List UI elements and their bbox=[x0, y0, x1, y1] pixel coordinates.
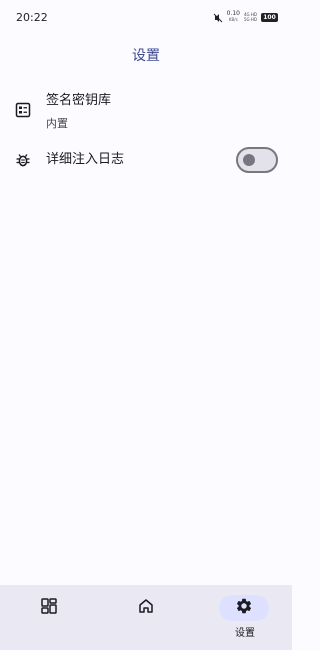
nav-label: 设置 bbox=[235, 628, 255, 639]
toggle-knob bbox=[243, 154, 255, 166]
settings-screen: 20:22 0.10 KB/s 4G HD 5G HD 100 设置 签名密钥库… bbox=[0, 0, 292, 650]
grid-icon bbox=[40, 597, 58, 619]
mute-icon bbox=[213, 8, 223, 27]
nav-item-settings[interactable]: 设置 bbox=[195, 585, 292, 650]
setting-verbose-injection-log-text: 详细注入日志 bbox=[46, 151, 124, 169]
nav-item-modules[interactable] bbox=[0, 585, 97, 650]
status-bar: 20:22 0.10 KB/s 4G HD 5G HD 100 bbox=[0, 0, 292, 34]
bug-icon bbox=[14, 151, 32, 169]
nav-item-home[interactable] bbox=[97, 585, 194, 650]
bottom-navigation: 设置 bbox=[0, 585, 292, 650]
keystore-icon bbox=[14, 101, 32, 119]
setting-signing-keystore[interactable]: 签名密钥库 内置 bbox=[0, 88, 292, 136]
page-title: 设置 bbox=[132, 48, 160, 64]
nav-indicator bbox=[121, 595, 171, 621]
setting-title: 签名密钥库 bbox=[46, 93, 112, 108]
setting-verbose-injection-log[interactable]: 详细注入日志 bbox=[0, 142, 292, 178]
status-indicators: 0.10 KB/s 4G HD 5G HD 100 bbox=[213, 8, 278, 27]
nav-indicator bbox=[24, 595, 74, 621]
network-type-bottom: 5G HD bbox=[243, 17, 257, 22]
setting-title: 详细注入日志 bbox=[46, 152, 125, 167]
status-time: 20:22 bbox=[16, 10, 48, 24]
nav-indicator-selected bbox=[219, 595, 269, 621]
setting-signing-keystore-text: 签名密钥库 内置 bbox=[46, 92, 111, 132]
network-speed: 0.10 KB/s bbox=[227, 11, 240, 23]
verbose-log-toggle[interactable] bbox=[236, 147, 278, 173]
network-speed-unit: KB/s bbox=[228, 17, 238, 22]
setting-subtitle: 内置 bbox=[46, 117, 68, 130]
network-type: 4G HD 5G HD bbox=[244, 12, 257, 22]
battery-indicator: 100 bbox=[261, 12, 278, 22]
home-icon bbox=[137, 597, 155, 619]
gear-icon bbox=[235, 597, 253, 619]
